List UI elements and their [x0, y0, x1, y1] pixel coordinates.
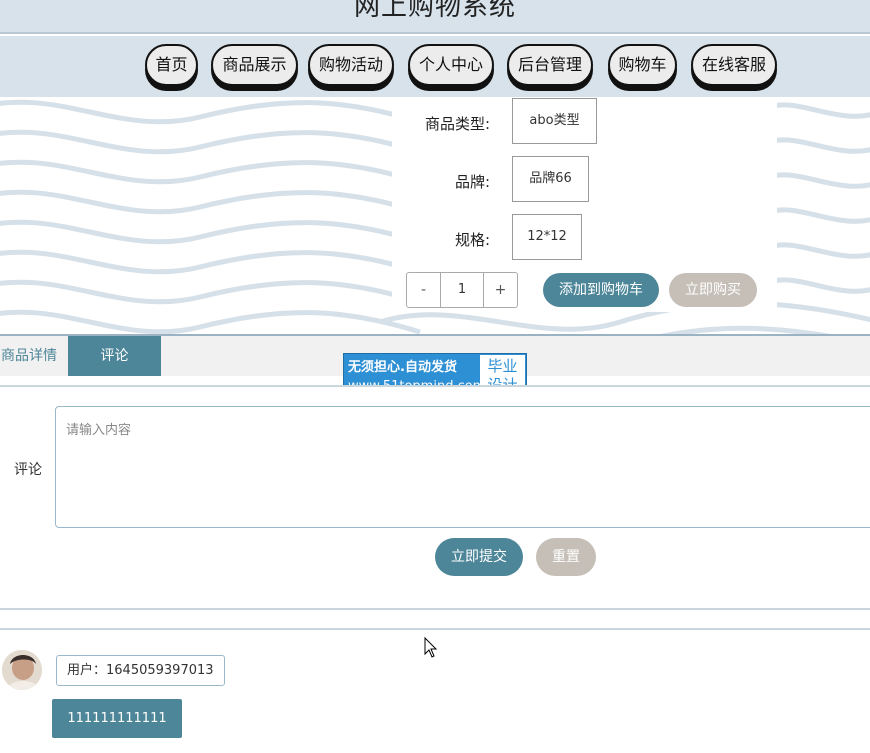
- spec-label: 规格:: [454, 231, 490, 249]
- site-title: 网上购物系统: [353, 0, 516, 22]
- comment-label: 评论: [14, 462, 42, 478]
- nav-cart[interactable]: 购物车: [608, 44, 677, 86]
- user-avatar: [2, 650, 42, 690]
- comment-textarea[interactable]: 请输入内容: [55, 406, 870, 528]
- nav-products[interactable]: 商品展示: [211, 44, 298, 86]
- buy-now-button[interactable]: 立即购买: [669, 273, 757, 307]
- nav-user-center[interactable]: 个人中心: [408, 44, 494, 86]
- quantity-stepper: - 1 +: [406, 272, 518, 308]
- watermark-side-line1: 毕业: [487, 357, 518, 375]
- increase-button[interactable]: +: [484, 273, 517, 307]
- comment-form: 评论 请输入内容 立即提交 重置: [0, 385, 870, 610]
- add-to-cart-button[interactable]: 添加到购物车: [543, 273, 659, 307]
- product-type-value: abo类型: [512, 98, 597, 144]
- comment-content: 111111111111: [52, 699, 182, 738]
- title-bar: 网上购物系统: [0, 0, 870, 34]
- comment-user: 用户：1645059397013: [56, 655, 225, 686]
- nav-customer-service[interactable]: 在线客服: [691, 44, 777, 86]
- nav-activities[interactable]: 购物活动: [308, 44, 394, 86]
- brand-label: 品牌:: [454, 173, 490, 191]
- spec-value: 12*12: [512, 214, 582, 260]
- nav-home[interactable]: 首页: [145, 44, 198, 86]
- brand-value: 品牌66: [512, 156, 589, 202]
- decrease-button[interactable]: -: [407, 273, 440, 307]
- watermark-line1: 无须担心.自动发货: [348, 360, 457, 375]
- quantity-value[interactable]: 1: [440, 273, 484, 307]
- main-nav: 首页 商品展示 购物活动 个人中心 后台管理 购物车 在线客服: [0, 36, 870, 97]
- product-type-label: 商品类型:: [424, 115, 490, 133]
- nav-admin[interactable]: 后台管理: [507, 44, 593, 86]
- tab-product-details[interactable]: 商品详情: [0, 336, 68, 376]
- reset-button[interactable]: 重置: [536, 538, 596, 576]
- submit-button[interactable]: 立即提交: [435, 538, 523, 576]
- mouse-cursor-icon: [424, 637, 438, 658]
- avatar-icon: [2, 650, 42, 690]
- tab-comments[interactable]: 评论: [68, 336, 161, 376]
